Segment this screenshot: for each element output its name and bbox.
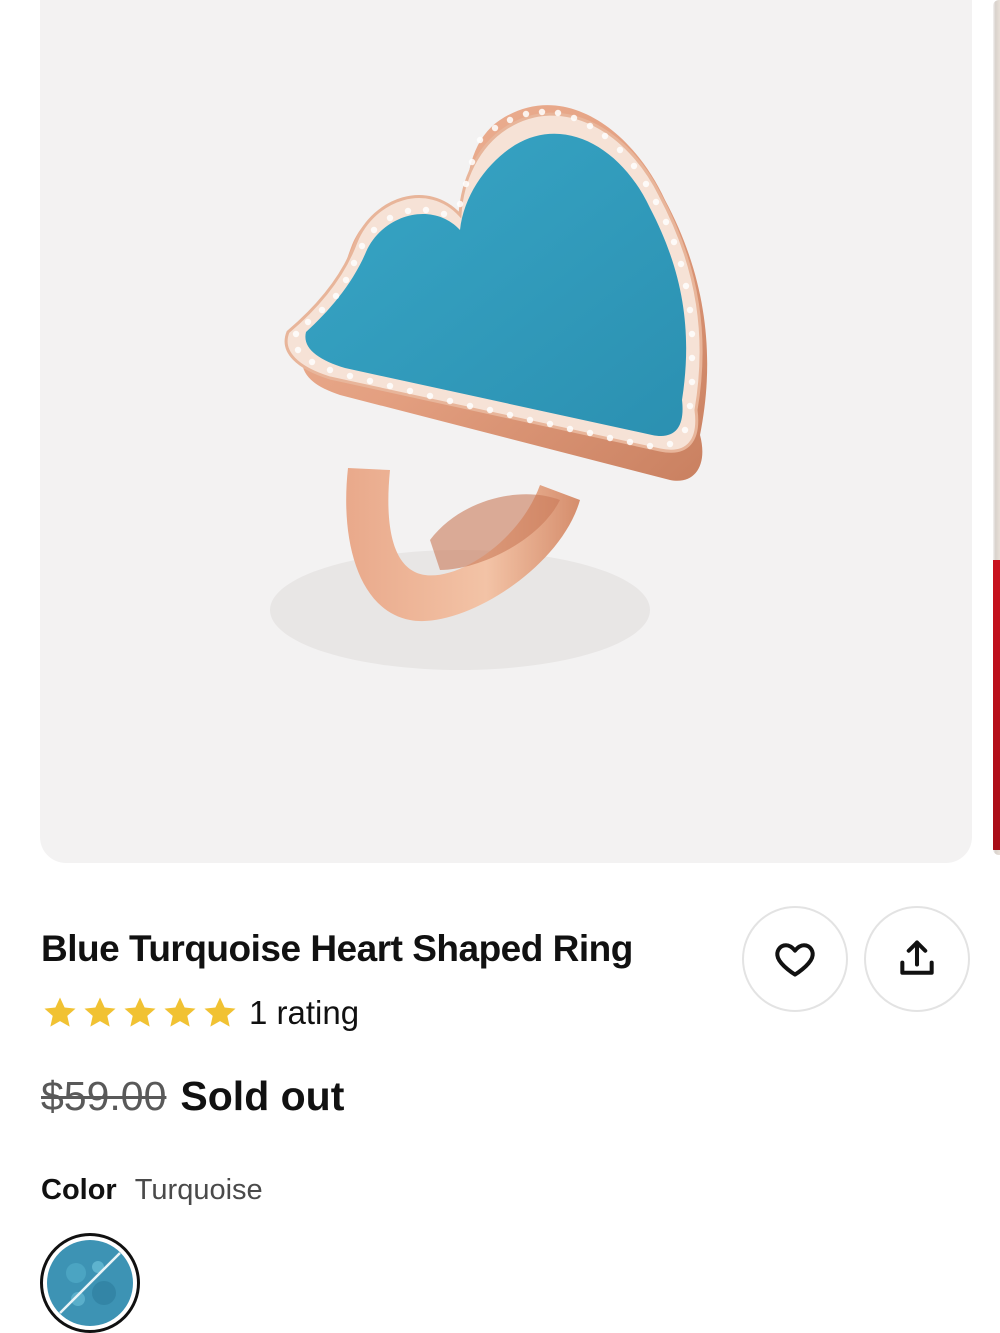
price-row: $59.00 Sold out	[41, 1073, 344, 1120]
product-image-gallery[interactable]	[40, 0, 972, 863]
favorite-button[interactable]	[742, 906, 848, 1012]
star-icon	[84, 997, 116, 1027]
swatch-image	[47, 1240, 133, 1326]
product-image	[270, 105, 708, 670]
star-icon	[204, 997, 236, 1027]
original-price: $59.00	[41, 1073, 167, 1119]
product-title: Blue Turquoise Heart Shaped Ring	[41, 928, 633, 969]
rating-count[interactable]: 1 rating	[249, 994, 359, 1032]
star-icon	[124, 997, 156, 1027]
color-selector-label: Color Turquoise	[41, 1174, 263, 1207]
share-icon	[900, 940, 934, 975]
star-rating	[41, 994, 239, 1032]
star-icon	[164, 997, 196, 1027]
heart-icon	[775, 943, 815, 977]
color-value: Turquoise	[134, 1174, 263, 1206]
color-swatch-turquoise[interactable]	[40, 1233, 140, 1333]
next-image-peek[interactable]	[993, 0, 1000, 855]
share-button[interactable]	[864, 906, 970, 1012]
rating-row[interactable]: 1 rating	[41, 991, 359, 1035]
star-icon	[44, 997, 76, 1027]
sold-out-status: Sold out	[180, 1073, 345, 1119]
color-label: Color	[41, 1174, 117, 1206]
